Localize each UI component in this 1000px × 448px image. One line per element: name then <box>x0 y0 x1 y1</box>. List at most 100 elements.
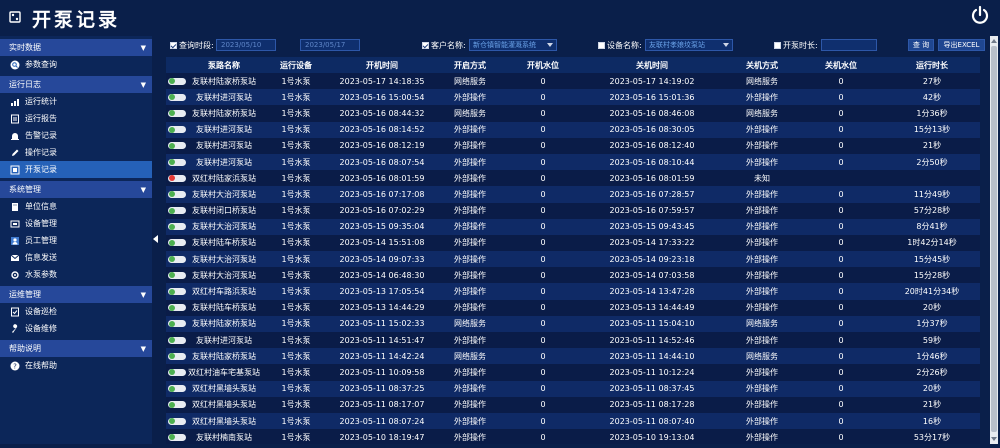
status-toggle[interactable] <box>168 255 186 263</box>
query-time-filter[interactable]: 查询时段: <box>170 39 214 51</box>
table-row[interactable]: 友联村大治河泵站 1号水泵 2023-05-14 06:48:30 外部操作 0 2023… <box>166 267 980 284</box>
sidebar-item[interactable]: ? 在线帮助 <box>0 357 152 374</box>
status-toggle[interactable] <box>168 207 186 215</box>
table-row[interactable]: 双红村黑墙头泵站 1号水泵 2023-05-11 08:37:25 外部操作 0 2023… <box>166 380 980 397</box>
export-excel-button[interactable]: 导出EXCEL <box>938 39 985 51</box>
table-row[interactable]: 双红村油车宅基泵站 1号水泵 2023-05-11 10:09:58 外部操作 0 202… <box>166 364 980 381</box>
table-row[interactable]: 友联村陆车桥泵站 1号水泵 2023-05-13 14:44:29 外部操作 0 2023… <box>166 299 980 316</box>
stop-level-cell: 0 <box>798 137 884 154</box>
scrollbar-thumb[interactable] <box>991 46 997 432</box>
sidebar-section-header[interactable]: 帮助说明 ▼ <box>0 340 152 357</box>
table-row[interactable]: 友联村大治河泵站 1号水泵 2023-05-15 09:35:04 外部操作 0 2023… <box>166 218 980 235</box>
collapse-sidebar-arrow-icon[interactable] <box>153 235 161 243</box>
start-level-cell: 0 <box>508 153 578 171</box>
status-toggle[interactable] <box>168 288 186 296</box>
table-row[interactable]: 友联村陆家桥泵站 1号水泵 2023-05-11 15:02:33 网络服务 0 2023… <box>166 315 980 332</box>
sidebar-section-header[interactable]: 运维管理 ▼ <box>0 286 152 303</box>
device-filter[interactable]: 设备名称: <box>598 39 642 51</box>
status-toggle[interactable] <box>168 223 186 231</box>
sidebar-item[interactable]: 设备管理 <box>0 215 152 232</box>
sidebar-item[interactable]: 信息发送 <box>0 249 152 266</box>
table-row[interactable]: 友联村大治河泵站 1号水泵 2023-05-14 09:07:33 外部操作 0 2023… <box>166 251 980 268</box>
status-toggle[interactable] <box>168 190 186 198</box>
table-row[interactable]: 友联村楠南泵站 1号水泵 2023-05-10 18:19:47 外部操作 0 2023-… <box>166 429 980 444</box>
status-toggle-cell <box>166 332 188 349</box>
query-time-checkbox[interactable] <box>170 41 177 49</box>
power-icon[interactable] <box>970 5 990 25</box>
status-toggle[interactable] <box>168 336 186 344</box>
table-row[interactable]: 友联村陆家桥泵站 1号水泵 2023-05-16 08:44:32 网络服务 0 2023… <box>166 105 980 122</box>
status-toggle[interactable] <box>168 417 186 425</box>
status-toggle-cell <box>166 73 188 90</box>
table-row[interactable]: 双红村黑墙头泵站 1号水泵 2023-05-11 08:07:24 外部操作 0 2023… <box>166 412 980 430</box>
status-toggle[interactable] <box>168 142 186 150</box>
table-row[interactable]: 友联村大治河泵站 1号水泵 2023-05-16 07:17:08 外部操作 0 2023… <box>166 186 980 203</box>
sidebar-item[interactable]: 告警记录 <box>0 127 152 144</box>
customer-checkbox[interactable] <box>422 41 429 49</box>
status-toggle[interactable] <box>168 385 186 393</box>
sidebar-item[interactable]: 开泵记录 <box>0 161 152 178</box>
customer-filter[interactable]: 客户名称: <box>422 39 466 51</box>
scroll-down-arrow-icon[interactable] <box>991 437 997 441</box>
status-toggle[interactable] <box>168 158 186 166</box>
status-toggle[interactable] <box>168 401 186 409</box>
inspect-icon <box>10 307 20 317</box>
duration-filter[interactable]: 开泵时长: <box>774 39 818 51</box>
table-row[interactable]: 友联村进河泵站 1号水泵 2023-05-16 08:14:52 外部操作 0 2023-… <box>166 121 980 138</box>
pump-name-cell: 友联村进河泵站 <box>188 153 260 171</box>
sidebar-item[interactable]: 单位信息 <box>0 198 152 215</box>
status-toggle[interactable] <box>168 109 186 117</box>
device-select[interactable]: 友联村孝娘坟泵站 <box>645 39 733 51</box>
sidebar-section-header[interactable]: 系统管理 ▼ <box>0 181 152 198</box>
status-toggle[interactable] <box>168 77 186 85</box>
table-row[interactable]: 友联村闭口桥泵站 1号水泵 2023-05-16 07:02:29 外部操作 0 2023… <box>166 202 980 219</box>
sidebar-item[interactable]: 员工管理 <box>0 232 152 249</box>
table-row[interactable]: 友联村陆家桥泵站 1号水泵 2023-05-17 14:18:35 网络服务 0 2023… <box>166 73 980 90</box>
duration-checkbox[interactable] <box>774 41 781 49</box>
sidebar-section-header[interactable]: 实时数据 ▼ <box>0 39 152 56</box>
stop-time-cell: 2023-05-11 08:17:28 <box>578 396 726 413</box>
date-end-input[interactable]: 2023/05/17 <box>300 39 360 51</box>
table-row[interactable]: 双红村车路浜泵站 1号水泵 2023-05-13 17:05:54 外部操作 0 2023… <box>166 283 980 300</box>
stop-mode-cell: 外部操作 <box>726 380 798 397</box>
status-toggle[interactable] <box>168 368 186 376</box>
device-checkbox[interactable] <box>598 41 605 49</box>
duration-cell: 15分13秒 <box>884 121 980 138</box>
table-row[interactable]: 友联村陆车桥泵站 1号水泵 2023-05-14 15:51:08 外部操作 0 2023… <box>166 234 980 252</box>
table-row[interactable]: 双红村黑墙头泵站 1号水泵 2023-05-11 08:17:07 外部操作 0 2023… <box>166 396 980 413</box>
table-row[interactable]: 友联村进河泵站 1号水泵 2023-05-16 15:00:54 外部操作 0 2023-… <box>166 89 980 106</box>
sidebar-item[interactable]: 运行报告 <box>0 110 152 127</box>
scroll-up-arrow-icon[interactable] <box>991 39 997 43</box>
customer-select[interactable]: 新仓镇智能灌溉系统 <box>469 39 557 51</box>
table-row[interactable]: 友联村陆家桥泵站 1号水泵 2023-05-11 14:42:24 网络服务 0 2023… <box>166 348 980 365</box>
status-toggle[interactable] <box>168 239 186 247</box>
status-toggle[interactable] <box>168 304 186 312</box>
status-toggle[interactable] <box>168 433 186 441</box>
query-button[interactable]: 查 询 <box>908 39 934 51</box>
start-level-cell: 0 <box>508 412 578 430</box>
sidebar-section-header[interactable]: 运行日志 ▼ <box>0 76 152 93</box>
table-row[interactable]: 友联村进河泵站 1号水泵 2023-05-16 08:07:54 外部操作 0 2023-… <box>166 153 980 171</box>
pump-name-cell: 友联村大治河泵站 <box>188 251 260 268</box>
stop-mode-cell: 未知 <box>726 170 798 187</box>
date-start-input[interactable]: 2023/05/10 <box>216 39 276 51</box>
status-toggle[interactable] <box>168 93 186 101</box>
status-dot-icon <box>169 304 175 311</box>
status-toggle[interactable] <box>168 126 186 134</box>
start-level-cell: 0 <box>508 283 578 300</box>
status-toggle[interactable] <box>168 174 186 182</box>
table-row[interactable]: 双红村陆家浜泵站 1号水泵 2023-05-16 08:01:59 外部操作 0 2023… <box>166 170 980 187</box>
sidebar-item[interactable]: 水泵参数 <box>0 266 152 283</box>
status-toggle[interactable] <box>168 320 186 328</box>
status-toggle[interactable] <box>168 352 186 360</box>
sidebar-item[interactable]: 操作记录 <box>0 144 152 161</box>
status-toggle[interactable] <box>168 271 186 279</box>
sidebar-item[interactable]: 设备巡检 <box>0 303 152 320</box>
table-row[interactable]: 友联村进河泵站 1号水泵 2023-05-16 08:12:19 外部操作 0 2023-… <box>166 137 980 154</box>
table-row[interactable]: 友联村进河泵站 1号水泵 2023-05-11 14:51:47 外部操作 0 2023-… <box>166 332 980 349</box>
duration-input[interactable] <box>821 39 877 51</box>
sidebar-item[interactable]: 设备维修 <box>0 320 152 337</box>
vertical-scrollbar[interactable] <box>990 36 998 444</box>
sidebar-item[interactable]: 运行统计 <box>0 93 152 110</box>
sidebar-item[interactable]: 参数查询 <box>0 56 152 73</box>
